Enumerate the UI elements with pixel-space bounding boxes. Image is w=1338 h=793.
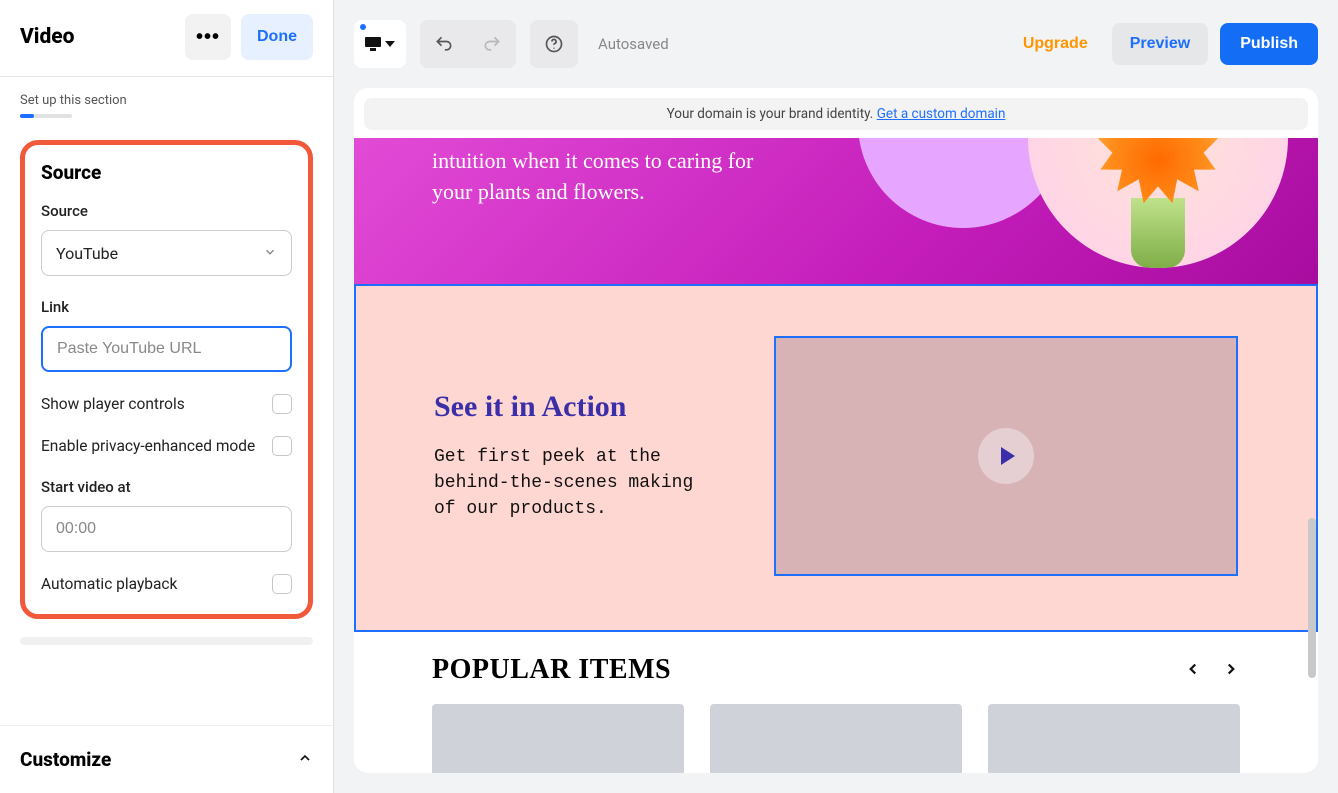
more-button[interactable]: ••• [185,14,231,60]
help-icon [544,34,564,54]
show-controls-checkbox[interactable] [272,394,292,414]
upgrade-button[interactable]: Upgrade [1011,25,1100,63]
carousel-arrows [1184,656,1240,684]
video-placeholder[interactable] [774,336,1238,576]
video-section[interactable]: See it in Action Get first peek at the b… [354,284,1318,632]
chevron-right-icon [1222,660,1240,678]
sidebar-scroll[interactable]: Set up this section Source Source YouTub… [0,77,333,725]
show-controls-row: Show player controls [41,394,292,414]
redo-icon [482,34,502,54]
hero-text: intuition when it comes to caring for yo… [432,138,772,208]
autosaved-status: Autosaved [598,35,669,53]
hero-section: intuition when it comes to caring for yo… [354,138,1318,284]
link-input[interactable] [57,328,276,370]
undo-redo-group [420,20,516,68]
show-controls-label: Show player controls [41,395,185,413]
banner-link[interactable]: Get a custom domain [877,106,1006,122]
link-input-wrapper [41,326,292,372]
page-preview[interactable]: intuition when it comes to caring for yo… [354,138,1318,773]
canvas: Your domain is your brand identity. Get … [354,88,1318,773]
auto-playback-checkbox[interactable] [272,574,292,594]
indicator-dot [360,24,366,30]
start-video-input-wrapper [41,506,292,552]
sidebar-header: Video ••• Done [0,0,333,77]
chevron-down-icon [263,244,277,263]
setup-label: Set up this section [20,93,313,108]
device-switcher[interactable] [354,20,406,68]
product-card[interactable] [710,704,962,773]
preview-button[interactable]: Preview [1112,23,1208,65]
source-field-label: Source [41,202,292,220]
link-field-label: Link [41,298,292,316]
chevron-left-icon [1184,660,1202,678]
play-button[interactable] [978,428,1034,484]
banner-text: Your domain is your brand identity. [667,106,877,122]
privacy-label: Enable privacy-enhanced mode [41,437,255,455]
popular-title: POPULAR ITEMS [432,654,671,686]
help-button[interactable] [530,20,578,68]
video-section-title: See it in Action [434,390,714,424]
auto-playback-label: Automatic playback [41,575,177,593]
undo-button[interactable] [420,20,468,68]
product-card[interactable] [432,704,684,773]
caret-down-icon [385,41,395,47]
plant-illustration [1098,138,1218,268]
start-video-label: Start video at [41,478,292,496]
sidebar-title: Video [20,25,75,49]
product-card[interactable] [988,704,1240,773]
customize-toggle[interactable]: Customize [0,725,333,793]
hero-image-circle [1028,138,1288,268]
carousel-prev[interactable] [1184,656,1202,684]
video-section-desc: Get first peek at the behind-the-scenes … [434,444,714,522]
play-icon [1001,447,1015,465]
source-select[interactable]: YouTube [41,230,292,276]
main-area: Autosaved Upgrade Preview Publish Your d… [334,0,1338,793]
redo-button[interactable] [468,20,516,68]
panel-divider [20,637,313,645]
publish-button[interactable]: Publish [1220,23,1318,65]
setup-progress [20,114,72,118]
chevron-up-icon [297,748,313,771]
popular-section: POPULAR ITEMS [354,632,1318,773]
desktop-icon [365,37,381,51]
customize-label: Customize [20,748,111,771]
page-scrollbar[interactable] [1308,518,1316,678]
domain-banner: Your domain is your brand identity. Get … [364,98,1308,130]
topbar: Autosaved Upgrade Preview Publish [334,0,1338,68]
privacy-checkbox[interactable] [272,436,292,456]
source-heading: Source [41,161,292,184]
auto-playback-row: Automatic playback [41,574,292,594]
done-button[interactable]: Done [241,14,313,60]
start-video-input[interactable] [56,507,277,551]
carousel-next[interactable] [1222,656,1240,684]
sidebar-panel: Video ••• Done Set up this section Sourc… [0,0,334,793]
undo-icon [434,34,454,54]
source-panel: Source Source YouTube Link Show player c… [20,140,313,619]
privacy-row: Enable privacy-enhanced mode [41,436,292,456]
source-select-value: YouTube [56,244,118,263]
